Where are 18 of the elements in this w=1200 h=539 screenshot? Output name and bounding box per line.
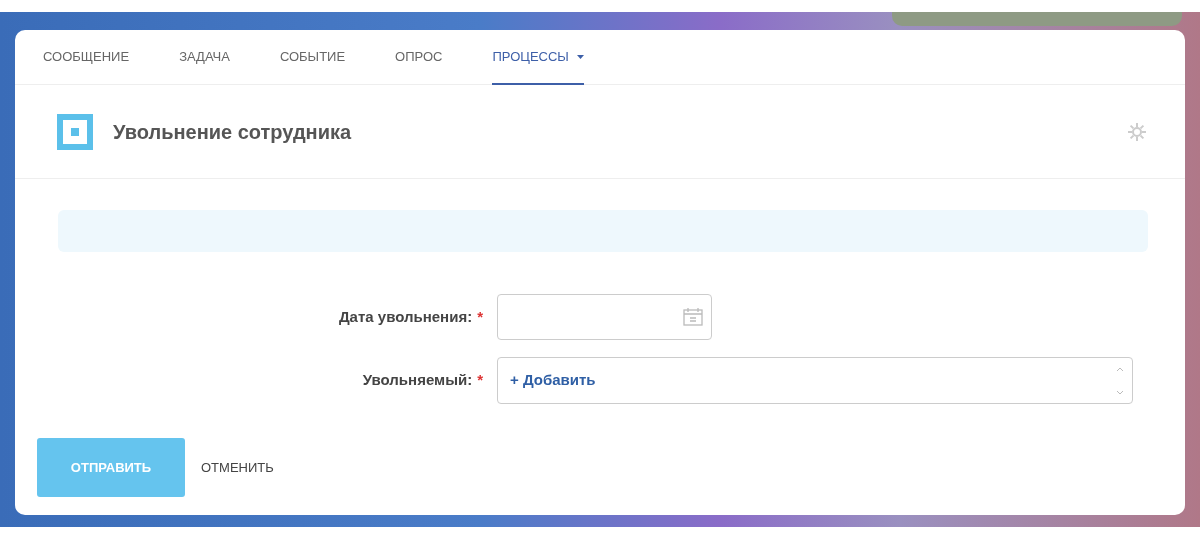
settings-icon[interactable] bbox=[1127, 121, 1147, 142]
required-mark: * bbox=[477, 307, 483, 325]
add-link[interactable]: + Добавить bbox=[510, 369, 596, 392]
process-icon bbox=[57, 113, 93, 150]
spinner-arrows-icon[interactable] bbox=[1116, 365, 1124, 396]
tab[interactable]: ПРОЦЕССЫ bbox=[492, 30, 584, 85]
required-mark: * bbox=[477, 371, 483, 389]
calendar-icon[interactable] bbox=[683, 308, 703, 326]
employee-field[interactable]: + Добавить bbox=[497, 357, 1133, 404]
tab[interactable]: СООБЩЕНИЕ bbox=[43, 30, 130, 85]
tab[interactable]: ЗАДАЧА bbox=[179, 30, 230, 85]
field-label: Дата увольнения: bbox=[338, 307, 473, 325]
date-field[interactable] bbox=[497, 294, 712, 340]
form-title: Увольнение сотрудника bbox=[113, 119, 352, 145]
tab[interactable]: СОБЫТИЕ bbox=[279, 30, 346, 85]
cancel-button[interactable]: ОТМЕНИТЬ bbox=[201, 457, 274, 478]
field-label: Увольняемый: bbox=[362, 371, 473, 389]
tab[interactable]: ОПРОС bbox=[395, 30, 443, 85]
